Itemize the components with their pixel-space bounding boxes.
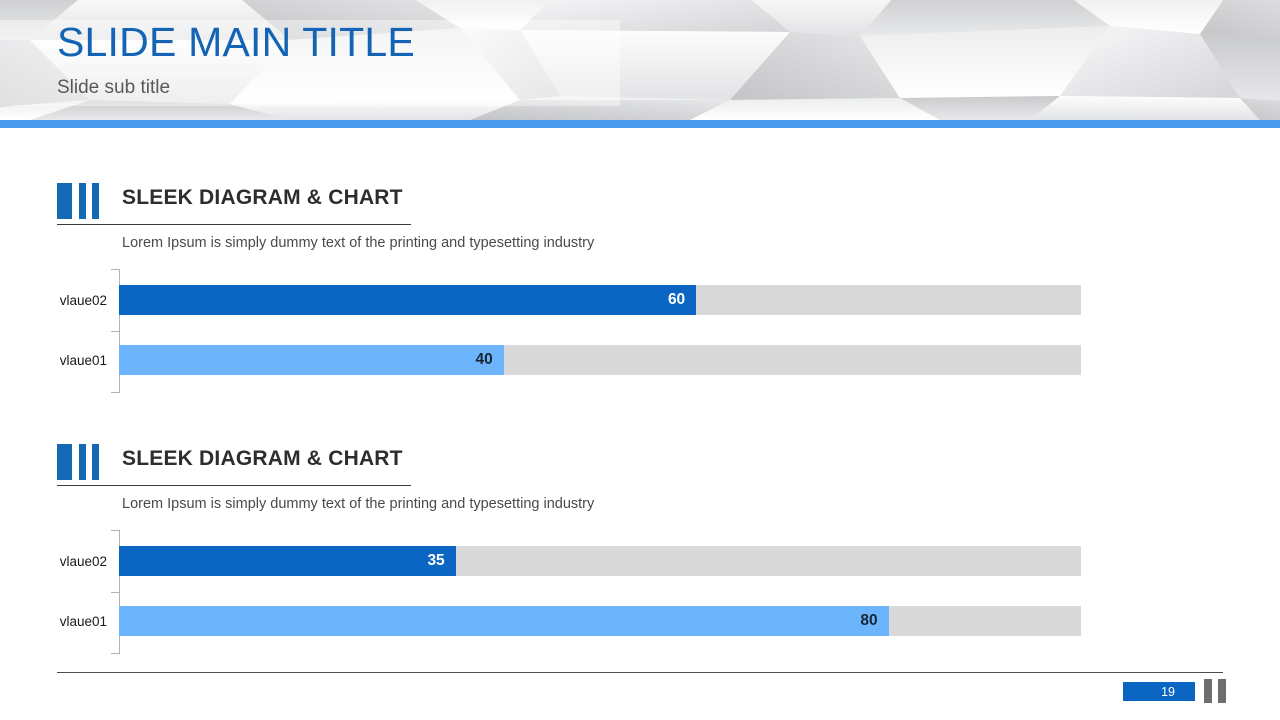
chart-2-bar-fill: 35	[119, 546, 456, 576]
chart-2-category-label: vlaue01	[59, 613, 107, 629]
header-banner: SLIDE MAIN TITLE Slide sub title	[0, 0, 1280, 120]
chart-2-bar-track: 80	[119, 606, 1081, 636]
section-2-underline	[57, 485, 411, 486]
section-2-title: SLEEK DIAGRAM & CHART	[122, 447, 403, 470]
chart-1-bar-row: vlaue02 60	[0, 285, 1280, 315]
chart-1-tick	[111, 269, 120, 270]
chart-2-bar-value: 80	[860, 612, 878, 630]
chart-1-bar-value: 60	[667, 291, 686, 309]
page-number-badge: 19	[1123, 682, 1195, 701]
section-2-header: SLEEK DIAGRAM & CHART	[0, 444, 1280, 490]
chart-2-bar-row: vlaue01 80	[0, 606, 1280, 636]
footer-divider	[57, 672, 1223, 674]
chart-1-bar-fill: 60	[119, 285, 697, 315]
section-1-header: SLEEK DIAGRAM & CHART	[0, 183, 1280, 229]
title-block: SLIDE MAIN TITLE Slide sub title	[57, 19, 415, 98]
chart-1-bar-track: 60	[119, 285, 1081, 315]
chart-2-tick	[111, 530, 120, 531]
section-2-description: Lorem Ipsum is simply dummy text of the …	[122, 496, 595, 512]
chart-2-tick	[111, 592, 120, 593]
chart-1-bar-value: 40	[475, 351, 493, 369]
chart-1-tick	[111, 331, 120, 332]
page-title: SLIDE MAIN TITLE	[57, 19, 415, 65]
chart-2-tick	[111, 653, 120, 654]
slide: SLIDE MAIN TITLE Slide sub title SLEEK D…	[0, 0, 1280, 720]
accent-rule	[0, 120, 1280, 128]
section-1-description: Lorem Ipsum is simply dummy text of the …	[122, 235, 595, 251]
page-subtitle: Slide sub title	[57, 77, 171, 98]
section-1: SLEEK DIAGRAM & CHART Lorem Ipsum is sim…	[0, 183, 1280, 393]
section-2: SLEEK DIAGRAM & CHART Lorem Ipsum is sim…	[0, 444, 1280, 654]
chart-1-category-label: vlaue02	[59, 292, 107, 308]
chart-1-bar-fill: 40	[119, 345, 504, 375]
chart-2: vlaue02 35 vlaue01 80	[0, 530, 1280, 654]
three-bars-icon	[57, 444, 104, 480]
chart-2-bar-track: 35	[119, 546, 1081, 576]
chart-1-bar-row: vlaue01 40	[0, 345, 1280, 375]
chart-1-tick	[111, 392, 120, 393]
chart-2-bar-value: 35	[427, 552, 445, 570]
footer-bars-icon	[1204, 679, 1230, 703]
chart-1: vlaue02 60 vlaue01 40	[0, 269, 1280, 393]
chart-2-category-label: vlaue02	[59, 553, 107, 569]
chart-1-bar-track: 40	[119, 345, 1081, 375]
three-bars-icon	[57, 183, 104, 219]
chart-2-bar-row: vlaue02 35	[0, 546, 1280, 576]
section-1-title: SLEEK DIAGRAM & CHART	[122, 186, 403, 209]
chart-1-category-label: vlaue01	[59, 352, 107, 368]
section-1-underline	[57, 224, 411, 225]
chart-2-bar-fill: 80	[119, 606, 889, 636]
